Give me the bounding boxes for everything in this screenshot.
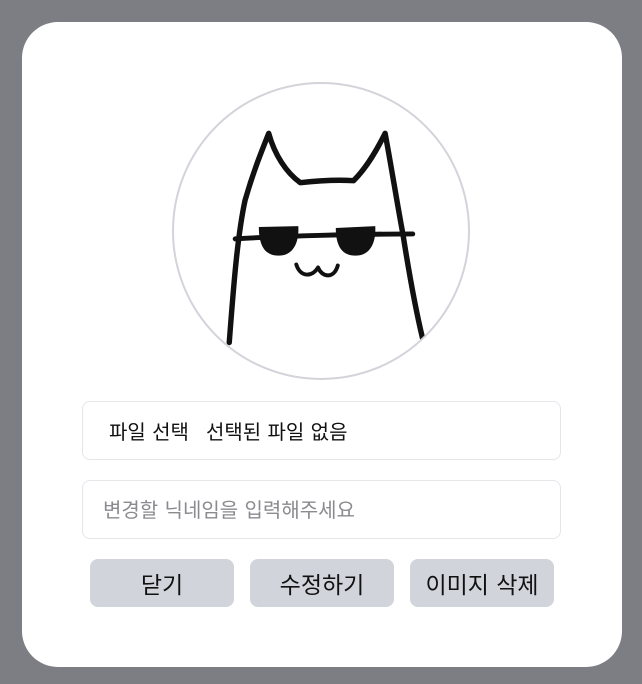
edit-button[interactable]: 수정하기 (250, 559, 394, 607)
profile-edit-modal: 파일 선택 선택된 파일 없음 닫기 수정하기 이미지 삭제 (22, 22, 622, 667)
close-button[interactable]: 닫기 (90, 559, 234, 607)
choose-file-button[interactable]: 파일 선택 (109, 416, 189, 445)
profile-avatar (172, 82, 470, 380)
delete-image-button[interactable]: 이미지 삭제 (410, 559, 554, 607)
nickname-field (82, 480, 561, 539)
cat-sunglasses-image (226, 130, 426, 346)
file-input-field: 파일 선택 선택된 파일 없음 (82, 401, 561, 460)
file-status-text: 선택된 파일 없음 (205, 420, 348, 444)
nickname-input[interactable] (103, 497, 533, 522)
